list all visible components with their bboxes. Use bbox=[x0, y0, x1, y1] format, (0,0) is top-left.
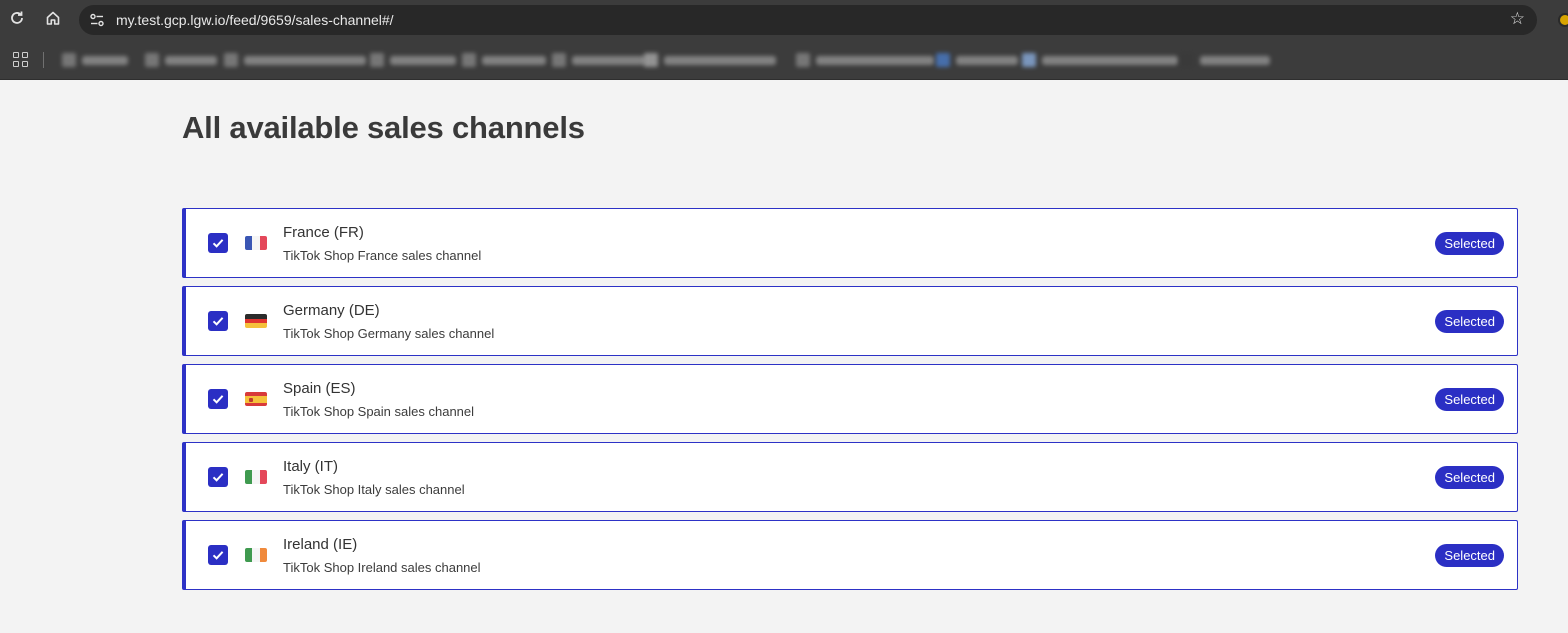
site-settings-icon[interactable] bbox=[88, 11, 106, 29]
bookmark-item[interactable] bbox=[370, 53, 456, 67]
checkmark-icon bbox=[212, 551, 224, 560]
bookmark-item[interactable] bbox=[62, 53, 128, 67]
flag-ie-icon bbox=[245, 548, 267, 562]
channel-name: Germany (DE) bbox=[283, 302, 380, 319]
browser-toolbar: my.test.gcp.lgw.io/feed/9659/sales-chann… bbox=[0, 0, 1568, 40]
home-icon[interactable] bbox=[43, 10, 63, 30]
checkmark-icon bbox=[212, 473, 224, 482]
sales-channel-card-fr[interactable]: France (FR) TikTok Shop France sales cha… bbox=[182, 208, 1518, 278]
channel-description: TikTok Shop France sales channel bbox=[283, 248, 482, 263]
channel-checkbox[interactable] bbox=[208, 389, 228, 409]
status-badge: Selected bbox=[1435, 232, 1504, 255]
page-title: All available sales channels bbox=[182, 110, 585, 145]
status-badge: Selected bbox=[1435, 310, 1504, 333]
address-bar[interactable]: my.test.gcp.lgw.io/feed/9659/sales-chann… bbox=[79, 5, 1537, 35]
status-badge: Selected bbox=[1435, 466, 1504, 489]
bookmarks-bar bbox=[0, 40, 1568, 80]
channel-checkbox[interactable] bbox=[208, 311, 228, 331]
channel-checkbox[interactable] bbox=[208, 545, 228, 565]
status-badge: Selected bbox=[1435, 544, 1504, 567]
bookmark-item[interactable] bbox=[462, 53, 546, 67]
flag-it-icon bbox=[245, 470, 267, 484]
channel-name: France (FR) bbox=[283, 224, 364, 241]
bookmark-item[interactable] bbox=[936, 53, 1018, 67]
channel-description: TikTok Shop Spain sales channel bbox=[283, 404, 475, 419]
sales-channel-card-de[interactable]: Germany (DE) TikTok Shop Germany sales c… bbox=[182, 286, 1518, 356]
extension-icon[interactable] bbox=[1558, 13, 1568, 27]
bookmark-item[interactable] bbox=[644, 53, 776, 67]
channel-name: Italy (IT) bbox=[283, 458, 338, 475]
sales-channel-card-es[interactable]: Spain (ES) TikTok Shop Spain sales chann… bbox=[182, 364, 1518, 434]
sales-channel-card-it[interactable]: Italy (IT) TikTok Shop Italy sales chann… bbox=[182, 442, 1518, 512]
bookmark-item[interactable] bbox=[1022, 53, 1178, 67]
bookmark-item[interactable] bbox=[552, 53, 646, 67]
channel-name: Spain (ES) bbox=[283, 380, 356, 397]
checkmark-icon bbox=[212, 395, 224, 404]
channel-description: TikTok Shop Italy sales channel bbox=[283, 482, 465, 497]
reload-icon[interactable] bbox=[7, 10, 27, 30]
channel-description: TikTok Shop Germany sales channel bbox=[283, 326, 495, 341]
channel-checkbox[interactable] bbox=[208, 233, 228, 253]
channel-description: TikTok Shop Ireland sales channel bbox=[283, 560, 481, 575]
url-text[interactable]: my.test.gcp.lgw.io/feed/9659/sales-chann… bbox=[116, 12, 394, 28]
bookmark-item[interactable] bbox=[796, 53, 934, 67]
bookmark-item[interactable] bbox=[1180, 53, 1270, 67]
flag-fr-icon bbox=[245, 236, 267, 250]
channel-checkbox[interactable] bbox=[208, 467, 228, 487]
flag-es-icon bbox=[245, 392, 267, 406]
bookmark-item[interactable] bbox=[224, 53, 366, 67]
status-badge: Selected bbox=[1435, 388, 1504, 411]
checkmark-icon bbox=[212, 239, 224, 248]
bookmarks-divider bbox=[43, 52, 44, 68]
flag-de-icon bbox=[245, 314, 267, 328]
checkmark-icon bbox=[212, 317, 224, 326]
apps-grid-icon[interactable] bbox=[13, 52, 29, 68]
bookmark-item[interactable] bbox=[145, 53, 217, 67]
star-icon[interactable]: ☆ bbox=[1510, 9, 1525, 29]
sales-channel-card-ie[interactable]: Ireland (IE) TikTok Shop Ireland sales c… bbox=[182, 520, 1518, 590]
channel-name: Ireland (IE) bbox=[283, 536, 358, 553]
